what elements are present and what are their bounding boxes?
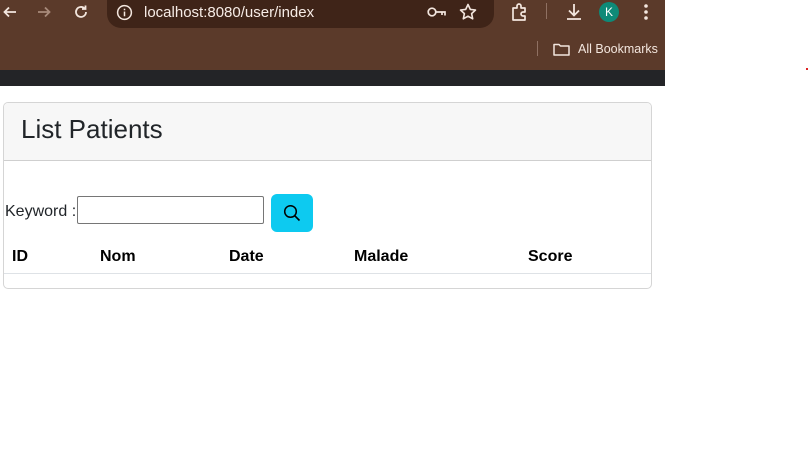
patients-card: List Patients Keyword : ID Nom Date Mala…: [3, 102, 652, 289]
page-top-bar: [0, 70, 665, 86]
bookmarks-divider: [537, 41, 538, 56]
address-bar[interactable]: localhost:8080/user/index: [107, 0, 494, 28]
site-info-icon[interactable]: [116, 4, 133, 21]
arrow-left-icon: [3, 6, 16, 18]
toolbar-divider: [546, 3, 547, 19]
search-form: Keyword :: [4, 194, 651, 232]
column-header-nom[interactable]: Nom: [100, 241, 229, 274]
back-button[interactable]: [0, 0, 24, 24]
arrow-right-icon: [38, 6, 51, 18]
extensions-icon[interactable]: [509, 1, 531, 23]
card-header: List Patients: [4, 103, 651, 161]
all-bookmarks-label: All Bookmarks: [578, 42, 658, 56]
reload-button[interactable]: [67, 0, 95, 24]
forward-button[interactable]: [30, 0, 58, 24]
keyword-label: Keyword :: [5, 203, 77, 220]
search-button[interactable]: [271, 194, 313, 232]
column-header-id[interactable]: ID: [4, 241, 100, 274]
column-header-malade[interactable]: Malade: [354, 241, 528, 274]
keyword-input[interactable]: [77, 196, 264, 224]
column-header-score[interactable]: Score: [528, 241, 651, 274]
table-header-row: ID Nom Date Malade Score: [4, 241, 651, 274]
all-bookmarks-button[interactable]: All Bookmarks: [553, 40, 658, 58]
column-header-date[interactable]: Date: [229, 241, 354, 274]
page-title: List Patients: [21, 114, 163, 144]
download-icon[interactable]: [563, 1, 585, 23]
kebab-menu-icon[interactable]: [635, 1, 657, 23]
stray-dot: [806, 68, 808, 70]
reload-icon: [75, 5, 87, 18]
folder-icon: [553, 43, 570, 56]
key-icon[interactable]: [427, 5, 447, 19]
patients-table: ID Nom Date Malade Score: [4, 241, 651, 274]
profile-avatar[interactable]: K: [599, 2, 619, 22]
browser-toolbar: localhost:8080/user/index K All Bookmark…: [0, 0, 665, 70]
url-text[interactable]: localhost:8080/user/index: [144, 4, 314, 22]
search-icon: [283, 204, 301, 222]
bookmark-star-icon[interactable]: [458, 2, 478, 22]
